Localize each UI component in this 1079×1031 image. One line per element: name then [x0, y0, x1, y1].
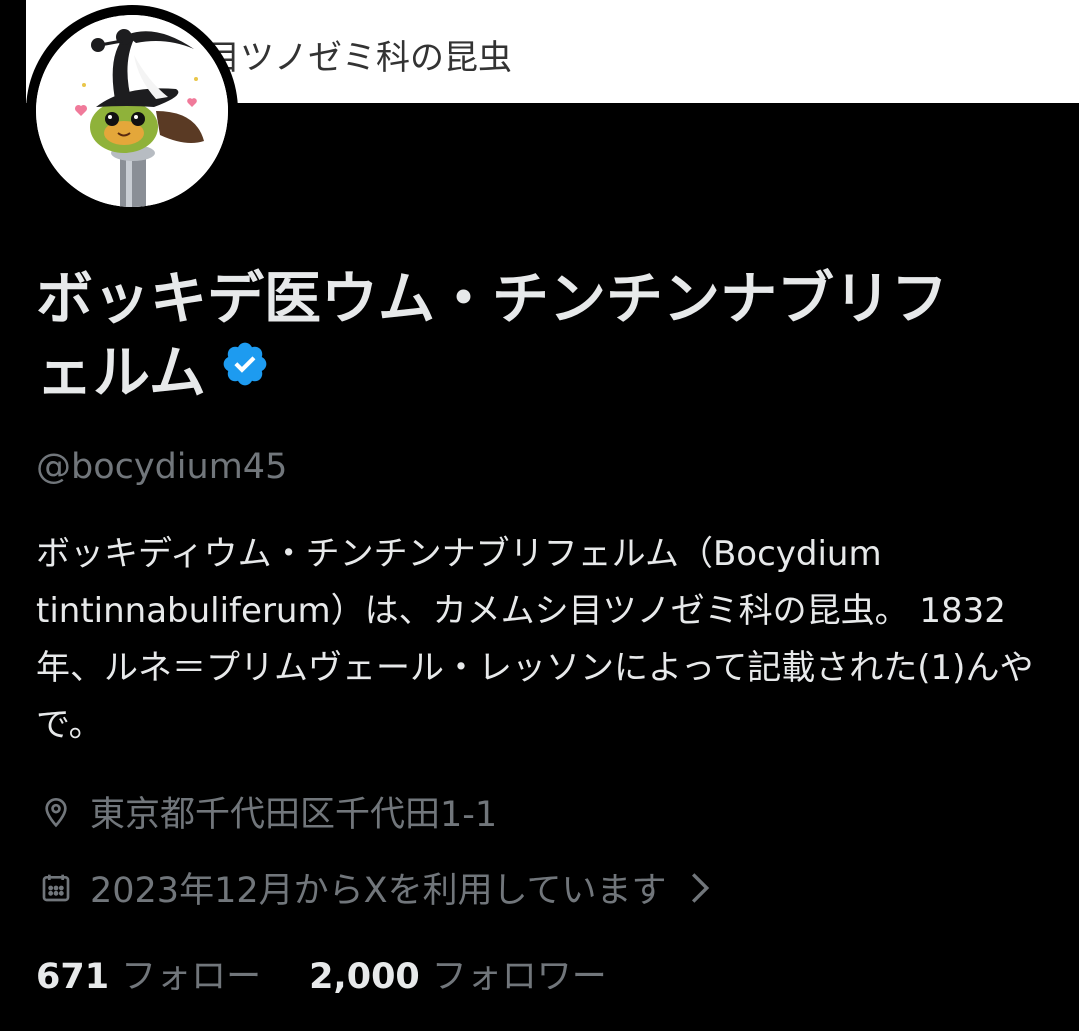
location-pin-icon: [36, 792, 76, 832]
following-label: フォロー: [121, 957, 262, 997]
bio: ボッキディウム・チンチンナブリフェルム（Bocydium tintinnabul…: [36, 534, 1034, 745]
location-text: 東京都千代田区千代田1-1: [90, 795, 498, 835]
following-link[interactable]: 671 フォロー: [36, 948, 261, 999]
followers-label: フォロワー: [431, 957, 607, 997]
avatar-image: [36, 15, 228, 207]
following-count: 671: [36, 957, 110, 997]
chevron-right-icon[interactable]: [689, 871, 711, 905]
followers-count: 2,000: [309, 957, 420, 997]
handle: @bocydium45: [36, 447, 288, 487]
calendar-icon: [36, 868, 76, 908]
display-name-text: ボッキデ医ウム・チンチンナブリフェルム: [36, 266, 948, 406]
joined-row[interactable]: 2023年12月からXを利用しています: [36, 862, 711, 913]
verified-badge-icon[interactable]: [220, 333, 270, 407]
joined-text: 2023年12月からXを利用しています: [90, 871, 667, 911]
followers-link[interactable]: 2,000 フォロワー: [309, 948, 607, 999]
banner-text: 目ツノゼミ科の昆虫: [206, 38, 512, 78]
avatar[interactable]: [26, 5, 238, 217]
follow-stats: 671 フォロー 2,000 フォロワー: [36, 948, 607, 999]
location-row: 東京都千代田区千代田1-1: [36, 786, 497, 837]
display-name: ボッキデ医ウム・チンチンナブリフェルム: [36, 262, 996, 413]
profile-page: 目ツノゼミ科の昆虫 ボッキデ医ウム・チンチンナブリフェルム @bocydium4…: [0, 0, 1079, 1031]
